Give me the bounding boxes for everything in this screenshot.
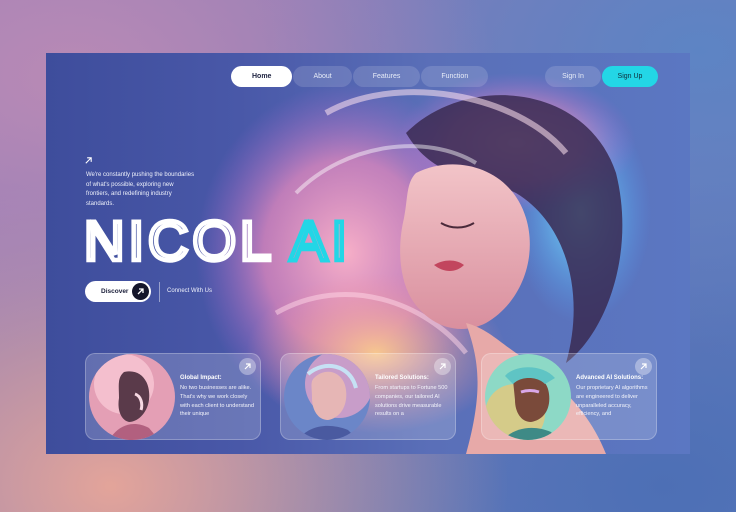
nav-about[interactable]: About	[293, 66, 352, 87]
discover-button[interactable]: Discover	[85, 281, 151, 302]
card-description: No two businesses are alike. That's why …	[180, 385, 255, 418]
feature-card-advanced-ai[interactable]: Advanced AI Solutions: Our proprietary A…	[481, 353, 657, 440]
arrow-up-right-icon[interactable]	[434, 358, 451, 375]
main-nav: Home About Features Function	[231, 66, 489, 87]
connect-link[interactable]: Connect With Us	[167, 288, 212, 294]
card-avatar-image	[284, 354, 370, 440]
sign-up-button[interactable]: Sign Up	[602, 66, 658, 87]
nav-home[interactable]: Home	[231, 66, 293, 87]
card-title: Advanced AI Solutions:	[576, 375, 644, 381]
logo-accent: AI	[290, 216, 351, 266]
card-description: From startups to Fortune 500 companies, …	[375, 385, 448, 418]
arrow-up-right-icon	[85, 157, 92, 164]
arrow-up-right-icon	[132, 283, 149, 300]
hero-frame: Home About Features Function Sign In Sig…	[46, 53, 690, 454]
card-avatar-image	[485, 354, 571, 440]
card-description: Our proprietary AI algorithms are engine…	[576, 385, 648, 418]
brand-logo: NICOL AI	[84, 216, 351, 266]
intro-text: We're constantly pushing the boundaries …	[86, 172, 195, 207]
card-avatar-image	[89, 354, 175, 440]
nav-features[interactable]: Features	[352, 66, 421, 87]
sign-in-button[interactable]: Sign In	[545, 66, 601, 87]
arrow-up-right-icon[interactable]	[239, 358, 256, 375]
feature-card-tailored-solutions[interactable]: Tailored Solutions: From startups to For…	[280, 353, 456, 440]
auth-actions: Sign In Sign Up	[545, 66, 658, 87]
discover-label: Discover	[101, 288, 129, 295]
feature-card-global-impact[interactable]: Global Impact: No two businesses are ali…	[85, 353, 261, 440]
card-title: Global Impact:	[180, 375, 222, 381]
logo-wordmark: NICOL	[84, 216, 275, 266]
card-title: Tailored Solutions:	[375, 375, 429, 381]
divider	[159, 282, 160, 302]
arrow-up-right-icon[interactable]	[635, 358, 652, 375]
nav-function[interactable]: Function	[421, 66, 489, 87]
